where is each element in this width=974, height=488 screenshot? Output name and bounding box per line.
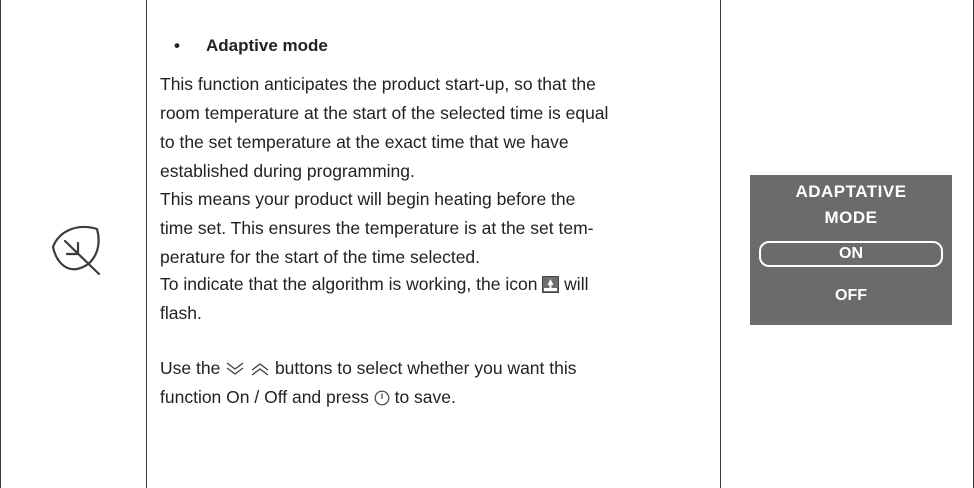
text-line: flash. (160, 303, 202, 323)
text-fragment: Use the (160, 358, 221, 378)
text-fragment: buttons to select whether you want this (274, 358, 577, 378)
text-fragment: will (564, 274, 589, 294)
device-display: ADAPTATIVE MODE ON OFF (750, 175, 952, 325)
heading-text: Adaptive mode (206, 36, 328, 55)
text-line: established during programming. (160, 161, 415, 181)
text-line: This function anticipates the product st… (160, 74, 596, 94)
column-divider (146, 0, 147, 488)
power-button-icon (374, 390, 390, 406)
text-line: Use the buttons to select whether you wa… (160, 354, 577, 383)
text-line: perature for the start of the time selec… (160, 247, 481, 267)
section-heading: • Adaptive mode (174, 34, 328, 58)
double-chevron-up-icon (251, 363, 269, 376)
paragraph-buttons: Use the buttons to select whether you wa… (160, 354, 577, 412)
text-line: to the set temperature at the exact time… (160, 132, 569, 152)
text-line: room temperature at the start of the sel… (160, 103, 609, 123)
text-line: This means your product will begin heati… (160, 189, 576, 209)
display-title-line2: MODE (824, 208, 878, 227)
text-fragment: function On / Off and press (160, 387, 369, 407)
display-option-off: OFF (835, 287, 867, 304)
text-line: function On / Off and press to save. (160, 383, 577, 412)
leaf-icon (51, 225, 101, 275)
text-fragment: to save. (394, 387, 456, 407)
double-chevron-down-icon (226, 362, 244, 375)
column-divider (720, 0, 721, 488)
display-title-line1: ADAPTATIVE (795, 182, 907, 201)
bullet: • (174, 36, 180, 55)
text-line: time set. This ensures the temperature i… (160, 218, 594, 238)
text-line: To indicate that the algorithm is workin… (160, 270, 588, 299)
display-option-on: ON (759, 241, 943, 267)
icon-cell (1, 0, 146, 488)
text-fragment: To indicate that the algorithm is workin… (160, 274, 538, 294)
paragraph-anticipation: This function anticipates the product st… (160, 70, 608, 186)
paragraph-indicator: To indicate that the algorithm is workin… (160, 270, 588, 328)
paragraph-early-heating: This means your product will begin heati… (160, 185, 593, 272)
adaptive-algorithm-icon (542, 276, 560, 293)
